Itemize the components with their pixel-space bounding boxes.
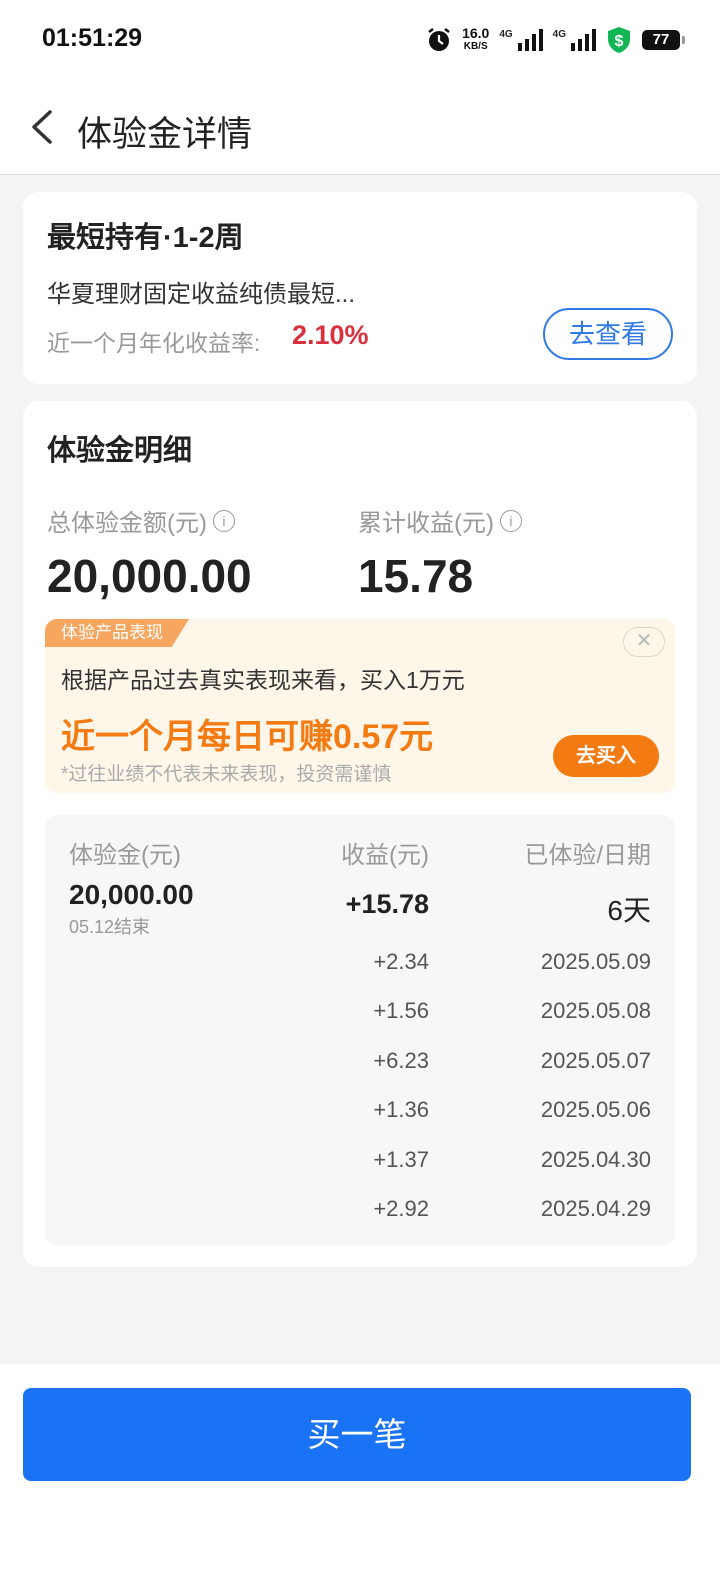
chevron-left-icon <box>32 110 52 144</box>
total-income: +15.78 <box>345 889 429 919</box>
row-income: +2.92 <box>373 1196 429 1221</box>
promo-disclaimer: *过往业绩不代表未来表现，投资需谨慎 <box>61 764 392 785</box>
product-title: 最短持有·1-2周 <box>47 222 244 254</box>
earnings-label: 累计收益(元) i <box>358 503 522 538</box>
rate-value: 2.10% <box>292 320 369 350</box>
column-header-date: 已体验/日期 <box>524 842 651 869</box>
promo-tag: 体验产品表现 <box>45 619 189 647</box>
promo-buy-button[interactable]: 去买入 <box>553 735 659 777</box>
security-shield-icon: $ <box>608 27 630 53</box>
product-card: 最短持有·1-2周 华夏理财固定收益纯债最短... 近一个月年化收益率: 2.1… <box>23 192 697 384</box>
row-date: 2025.05.06 <box>540 1097 651 1122</box>
days-experienced: 6天 <box>607 895 651 926</box>
total-amount-value: 20,000.00 <box>47 550 252 602</box>
page-title: 体验金详情 <box>77 115 253 154</box>
column-header-amount: 体验金(元) <box>69 842 181 869</box>
earnings-value: 15.78 <box>358 550 474 602</box>
trial-amount: 20,000.00 <box>69 879 194 910</box>
row-date: 2025.04.29 <box>540 1196 651 1221</box>
bottom-action-bar: 买一笔 <box>0 1364 720 1584</box>
product-name: 华夏理财固定收益纯债最短... <box>47 281 356 308</box>
signal-icon: 4G <box>499 29 543 51</box>
status-icons: 16.0 KB/S 4G 4G $ 77 <box>426 20 685 60</box>
promo-description: 根据产品过去真实表现来看，买入1万元 <box>61 667 465 693</box>
section-title: 体验金明细 <box>47 435 193 467</box>
network-type-2: 4G <box>552 29 566 40</box>
row-income: +1.37 <box>373 1147 429 1172</box>
total-amount-label-text: 总体验金额(元) <box>47 510 207 537</box>
row-income: +1.56 <box>373 998 429 1023</box>
status-bar: 01:51:29 16.0 KB/S 4G 4G $ 77 <box>0 0 720 80</box>
table-row: +1.37 2025.04.30 <box>45 1147 675 1187</box>
back-button[interactable] <box>26 104 66 150</box>
buy-button[interactable]: 买一笔 <box>23 1388 691 1481</box>
row-date: 2025.05.08 <box>540 998 651 1023</box>
table-row: +1.56 2025.05.08 <box>45 998 675 1038</box>
alarm-icon <box>428 28 450 51</box>
row-income: +6.23 <box>373 1048 429 1073</box>
network-speed: 16.0 KB/S <box>462 25 490 53</box>
table-row: +2.34 2025.05.09 <box>45 949 675 989</box>
detail-card: 体验金明细 总体验金额(元) i 20,000.00 累计收益(元) i 15.… <box>23 401 697 1267</box>
battery-icon: 77 <box>642 30 685 50</box>
row-date: 2025.05.07 <box>540 1048 651 1073</box>
status-time: 01:51:29 <box>42 24 143 52</box>
speed-unit: KB/S <box>463 41 488 52</box>
row-date: 2025.04.30 <box>540 1147 651 1172</box>
network-type-1: 4G <box>499 29 513 40</box>
income-table: 体验金(元) 收益(元) 已体验/日期 20,000.00 05.12结束 +1… <box>45 815 675 1245</box>
info-icon[interactable]: i <box>212 509 235 532</box>
table-row: +1.36 2025.05.06 <box>45 1097 675 1137</box>
close-icon[interactable]: ✕ <box>623 627 665 657</box>
end-date: 05.12结束 <box>69 917 151 937</box>
speed-value: 16.0 <box>462 25 490 41</box>
row-income: +2.34 <box>373 949 429 974</box>
svg-text:$: $ <box>615 33 624 50</box>
total-amount-label: 总体验金额(元) i <box>47 503 235 538</box>
nav-bar: 体验金详情 <box>0 80 720 175</box>
table-row: +2.92 2025.04.29 <box>45 1196 675 1236</box>
column-header-income: 收益(元) <box>341 842 429 869</box>
info-icon[interactable]: i <box>499 509 522 532</box>
view-button[interactable]: 去查看 <box>543 308 673 360</box>
row-income: +1.36 <box>373 1097 429 1122</box>
promo-highlight: 近一个月每日可赚0.57元 <box>61 718 434 756</box>
row-date: 2025.05.09 <box>540 949 651 974</box>
promo-banner: 体验产品表现 ✕ 根据产品过去真实表现来看，买入1万元 近一个月每日可赚0.57… <box>45 619 675 793</box>
earnings-label-text: 累计收益(元) <box>358 510 494 537</box>
rate-label: 近一个月年化收益率: <box>47 330 261 356</box>
signal-icon-2: 4G <box>553 29 596 51</box>
table-row: +6.23 2025.05.07 <box>45 1048 675 1088</box>
